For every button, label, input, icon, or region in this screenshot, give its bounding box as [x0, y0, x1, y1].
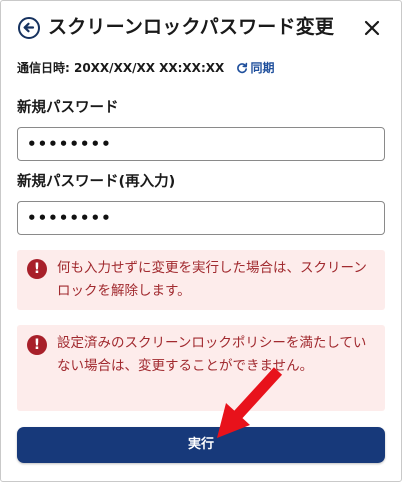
- alert-text: 何も入力せずに変更を実行した場合は、スクリーンロックを解除します。: [57, 260, 367, 299]
- close-icon: [364, 20, 380, 36]
- sync-link[interactable]: 同期: [236, 61, 274, 75]
- exclamation-circle-icon: !: [27, 335, 47, 355]
- sync-status: 通信日時: 20XX/XX/XX XX:XX:XX 同期: [17, 59, 274, 75]
- last-sync-text: 通信日時: 20XX/XX/XX XX:XX:XX: [17, 61, 225, 75]
- new-password-input[interactable]: [17, 127, 385, 161]
- sync-link-label: 同期: [250, 61, 275, 75]
- arrow-left-circle-icon: [23, 22, 35, 33]
- alert-message: ! 設定済みのスクリーンロックポリシーを満たしていない場合は、変更することができ…: [17, 325, 385, 411]
- new-password-label: 新規パスワード: [17, 100, 119, 116]
- exclamation-circle-icon: !: [27, 259, 47, 279]
- back-button[interactable]: [18, 17, 40, 39]
- close-button[interactable]: [362, 18, 382, 38]
- alert-message: ! 何も入力せずに変更を実行した場合は、スクリーンロックを解除します。: [17, 250, 385, 310]
- refresh-icon: [237, 62, 248, 74]
- alert-text: 設定済みのスクリーンロックポリシーを満たしていない場合は、変更することができませ…: [57, 335, 367, 374]
- confirm-password-label: 新規パスワード(再入力): [17, 174, 176, 190]
- submit-button[interactable]: 実行: [17, 427, 385, 463]
- page-title: スクリーンロックパスワード変更: [48, 16, 335, 38]
- confirm-password-input[interactable]: [17, 201, 385, 235]
- dialog-header: スクリーンロックパスワード変更: [0, 10, 402, 46]
